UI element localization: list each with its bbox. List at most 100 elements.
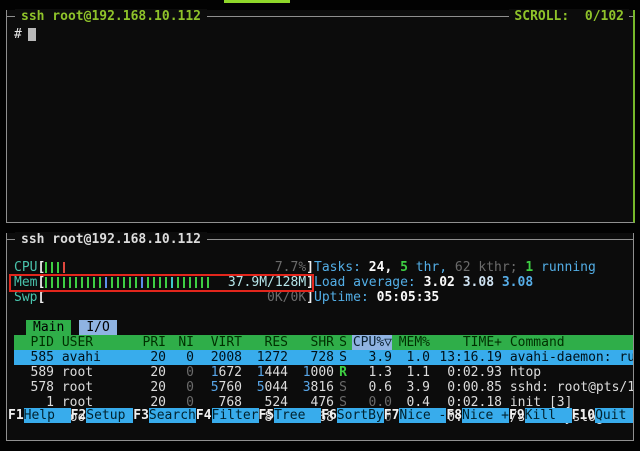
fkey-label: Nice - [399, 408, 446, 423]
fkey-label: Quit [595, 408, 633, 423]
fkey-number: F7 [384, 408, 400, 423]
bottom-pane-title: ssh root@192.168.10.112 [15, 232, 207, 247]
cpu-meter-label: CPU [14, 260, 37, 275]
process-row-578[interactable]: 578 root200576050443816S0.63.90:00.85 ss… [14, 380, 633, 395]
fkey-label: Nice + [462, 408, 509, 423]
fkey-number: F2 [71, 408, 87, 423]
cell-mem: 1.0 [392, 350, 430, 365]
meter-tick [51, 262, 53, 273]
scroll-position-indicator[interactable]: SCROLL: 0/102 [509, 9, 629, 24]
bottom-pane-titlebar: ssh root@192.168.10.112 [7, 233, 633, 247]
process-table-header[interactable]: PID USERPRINIVIRTRESSHRSCPU%▽MEM%TIME+ C… [14, 335, 633, 350]
bracket: ] [306, 260, 314, 275]
column-header-pri[interactable]: PRI [130, 335, 166, 350]
cell-shr: 728 [288, 350, 334, 365]
shell-prompt: # [14, 27, 22, 42]
fkey-nice-[interactable]: F7Nice - [384, 408, 447, 423]
cell-mem: 1.1 [392, 365, 430, 380]
fkey-kill[interactable]: F9Kill [509, 408, 572, 423]
fkey-search[interactable]: F3Search [133, 408, 196, 423]
fkey-nice+[interactable]: F8Nice + [446, 408, 509, 423]
swap-meter: Swp[ 0K/0K ] [14, 290, 314, 305]
tab-main[interactable]: Main [26, 320, 71, 335]
cell-cmd: sshd: root@pts/1 [502, 380, 633, 395]
cell-pid: 585 [14, 350, 54, 365]
load-label: Load average: [314, 275, 424, 290]
running-label: running [533, 260, 596, 275]
cell-cmd: avahi-daemon: running [502, 350, 633, 365]
load-1min: 3.02 [424, 275, 463, 290]
cell-time: 0:02.93 [430, 365, 502, 380]
load-average-stat: Load average: 3.02 3.08 3.08 [314, 275, 533, 290]
cell-res: 5044 [242, 380, 288, 395]
swap-meter-label: Swp [14, 290, 37, 305]
running-count: 1 [525, 260, 533, 275]
column-header-s[interactable]: S [334, 335, 352, 350]
meter-value: 7.7% [275, 260, 306, 275]
cell-virt: 2008 [194, 350, 242, 365]
column-header-user[interactable]: USER [54, 335, 130, 350]
fkey-label: Filter [212, 408, 259, 423]
fkey-quit[interactable]: F10Quit [572, 408, 633, 423]
cell-shr: 3816 [288, 380, 334, 395]
uptime-label: Uptime: [314, 290, 377, 305]
terminal-cursor [28, 28, 36, 41]
fkey-tree[interactable]: F5Tree [259, 408, 322, 423]
shell-prompt-line[interactable]: # [7, 24, 633, 42]
top-pane-title: ssh root@192.168.10.112 [15, 9, 207, 24]
htop-tab-bar: Main I/O [14, 320, 633, 335]
tasks-label: Tasks: [314, 260, 369, 275]
fkey-label: SortBy [337, 408, 384, 423]
column-header-time[interactable]: TIME+ [430, 335, 502, 350]
column-header-res[interactable]: RES [242, 335, 288, 350]
mem-annotation-rectangle [9, 274, 314, 292]
bracket: [ [37, 260, 45, 275]
cell-res: 1272 [242, 350, 288, 365]
meter-tick [57, 262, 59, 273]
tab-io[interactable]: I/O [79, 320, 116, 335]
column-header-ni[interactable]: NI [166, 335, 194, 350]
cell-mem: 3.9 [392, 380, 430, 395]
meter-tick [45, 262, 47, 273]
column-header-virt[interactable]: VIRT [194, 335, 242, 350]
function-key-bar: F1Help F2Setup F3SearchF4FilterF5Tree F6… [8, 408, 633, 423]
fkey-number: F8 [446, 408, 462, 423]
htop-screen: CPU[ 7.7% ] Tasks: 24, 5 thr, 62 kthr; 1… [7, 247, 633, 425]
cell-cpu: 1.3 [352, 365, 392, 380]
fkey-filter[interactable]: F4Filter [196, 408, 259, 423]
swp-row: Swp[ 0K/0K ] Uptime: 05:05:35 [14, 290, 633, 305]
cpu-meter-bar: 7.7% [45, 260, 306, 275]
column-header-cpu[interactable]: CPU%▽ [352, 335, 392, 350]
cell-user: root [54, 365, 130, 380]
cell-pid: 578 [14, 380, 54, 395]
column-header-cmd[interactable]: Command [502, 335, 633, 350]
process-row-589[interactable]: 589 root200167214441000R1.31.10:02.93 ht… [14, 365, 633, 380]
cell-s: S [334, 350, 352, 365]
swap-meter-bar: 0K/0K [45, 290, 306, 305]
cell-cpu: 0.6 [352, 380, 392, 395]
fkey-number: F10 [572, 408, 595, 423]
cpu-meter: CPU[ 7.7% ] [14, 260, 314, 275]
column-header-mem[interactable]: MEM% [392, 335, 430, 350]
process-row-585[interactable]: 585 avahi20020081272728S3.91.013:16.19 a… [14, 350, 633, 365]
meter-tick [63, 262, 65, 273]
fkey-help[interactable]: F1Help [8, 408, 71, 423]
cell-user: avahi [54, 350, 130, 365]
cell-virt: 1672 [194, 365, 242, 380]
column-header-shr[interactable]: SHR [288, 335, 334, 350]
cpu-row: CPU[ 7.7% ] Tasks: 24, 5 thr, 62 kthr; 1… [14, 260, 633, 275]
fkey-number: F5 [259, 408, 275, 423]
cell-ni: 0 [166, 365, 194, 380]
load-15min: 3.08 [502, 275, 533, 290]
cell-virt: 5760 [194, 380, 242, 395]
fkey-setup[interactable]: F2Setup [71, 408, 134, 423]
fkey-label: Help [24, 408, 71, 423]
fkey-sortby[interactable]: F6SortBy [321, 408, 384, 423]
screen-artifact-line [224, 0, 290, 3]
cell-cpu: 3.9 [352, 350, 392, 365]
fkey-label: Tree [274, 408, 321, 423]
uptime-value: 05:05:35 [377, 290, 440, 305]
cell-user: root [54, 380, 130, 395]
cell-ni: 0 [166, 380, 194, 395]
column-header-pid[interactable]: PID [14, 335, 54, 350]
